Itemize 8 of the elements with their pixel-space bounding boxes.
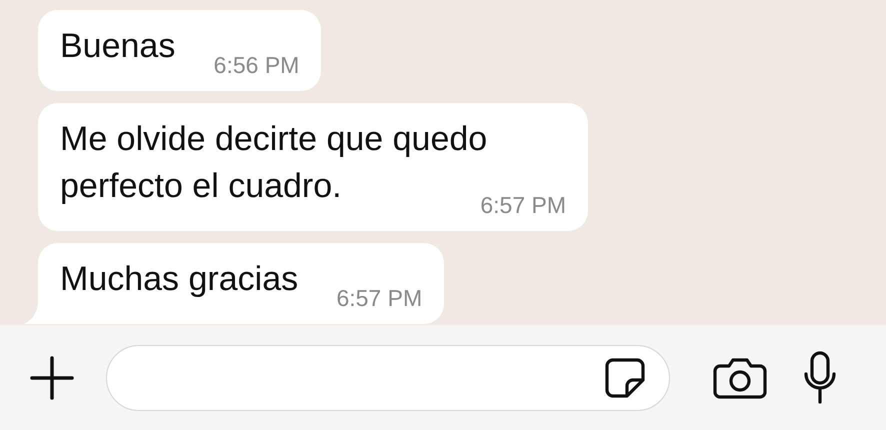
plus-icon[interactable] (28, 354, 76, 402)
message-time: 6:56 PM (214, 51, 300, 79)
message-time: 6:57 PM (336, 284, 422, 312)
message-text: Muchas gracias (60, 260, 298, 298)
camera-icon[interactable] (712, 356, 768, 400)
sticker-icon[interactable] (603, 356, 647, 400)
microphone-icon[interactable] (802, 350, 838, 406)
message-text: Buenas (60, 27, 176, 65)
